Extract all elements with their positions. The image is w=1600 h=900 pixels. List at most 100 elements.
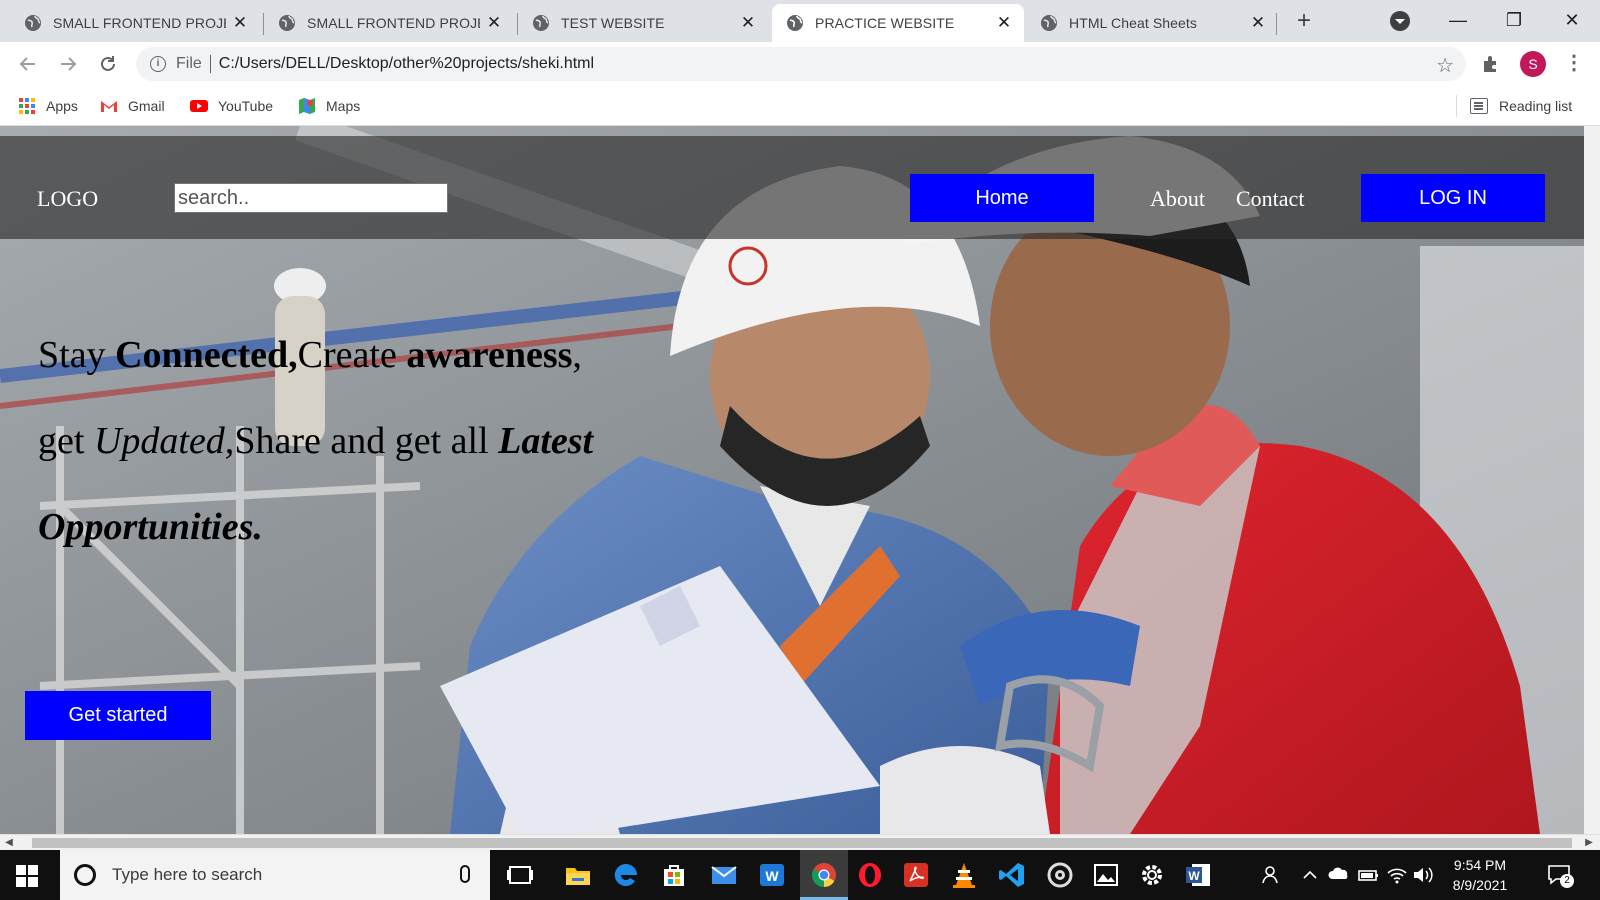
media-player-icon[interactable] xyxy=(1046,861,1074,889)
reload-icon xyxy=(101,56,115,71)
microphone-icon[interactable] xyxy=(460,865,470,883)
close-icon[interactable]: ✕ xyxy=(232,13,248,32)
whiteboard-icon[interactable]: W xyxy=(758,861,786,889)
nav-contact-link[interactable]: Contact xyxy=(1236,186,1304,212)
site-search-input[interactable] xyxy=(174,183,448,213)
bookmark-youtube[interactable]: YouTube xyxy=(190,95,273,117)
scroll-left-arrow-icon[interactable]: ◀ xyxy=(4,838,14,848)
back-arrow-icon xyxy=(19,57,35,71)
bookmark-maps[interactable]: Maps xyxy=(298,95,360,117)
bookmark-apps[interactable]: Apps xyxy=(18,95,78,117)
tab-html-cheat-sheets[interactable]: HTML Cheat Sheets ✕ xyxy=(1026,4,1278,42)
web-page-viewport: LOGO Home About Contact LOG IN Stay Conn… xyxy=(0,126,1584,834)
bookmarks-bar: Apps Gmail YouTube Maps Reading list xyxy=(0,86,1600,126)
tab-title: TEST WEBSITE xyxy=(561,15,665,31)
windows-start-icon[interactable] xyxy=(16,865,38,887)
forward-button[interactable] xyxy=(54,50,82,78)
photos-icon[interactable] xyxy=(1092,861,1120,889)
restore-button[interactable]: ❐ xyxy=(1486,0,1542,40)
profile-avatar[interactable]: S xyxy=(1520,51,1546,77)
tab-title: SMALL FRONTEND PROJECTS xyxy=(307,15,480,31)
globe-icon xyxy=(279,15,295,31)
people-icon[interactable] xyxy=(1258,861,1286,889)
reading-list-button[interactable]: Reading list xyxy=(1470,95,1572,117)
reload-button[interactable] xyxy=(94,50,122,78)
apps-grid-icon xyxy=(19,98,35,114)
file-explorer-icon[interactable] xyxy=(564,861,592,889)
minimize-button[interactable]: — xyxy=(1430,0,1486,40)
forward-arrow-icon xyxy=(61,57,77,71)
bookmark-label: Maps xyxy=(326,98,361,114)
login-button[interactable]: LOG IN xyxy=(1361,174,1545,222)
scrollbar-thumb[interactable] xyxy=(32,838,1572,848)
reading-list-label: Reading list xyxy=(1499,98,1573,114)
headline-italic-updated: Updated, xyxy=(93,420,235,462)
notification-center-icon[interactable]: 2 xyxy=(1546,862,1574,888)
tab-title: HTML Cheat Sheets xyxy=(1069,15,1198,31)
notification-count-badge: 2 xyxy=(1560,874,1574,888)
opera-icon[interactable] xyxy=(856,861,884,889)
tab-small-frontend-1[interactable]: SMALL FRONTEND PROJECTS ✕ xyxy=(10,4,260,42)
url-scheme: File xyxy=(176,55,202,72)
close-icon[interactable]: ✕ xyxy=(996,13,1012,32)
svg-text:W: W xyxy=(1188,869,1200,883)
nav-home-button[interactable]: Home xyxy=(910,174,1094,222)
windows-taskbar: Type here to search W W 9:54 PM 8/9/2021… xyxy=(0,850,1600,900)
task-view-icon[interactable] xyxy=(506,861,534,889)
globe-icon xyxy=(533,15,549,31)
scroll-right-arrow-icon[interactable]: ▶ xyxy=(1584,838,1594,848)
chrome-icon[interactable] xyxy=(810,861,838,889)
tab-title: SMALL FRONTEND PROJECTS xyxy=(53,15,226,31)
horizontal-scrollbar[interactable]: ◀ ▶ xyxy=(0,834,1600,850)
tab-practice-website[interactable]: PRACTICE WEBSITE ✕ xyxy=(772,4,1024,42)
system-clock[interactable]: 9:54 PM 8/9/2021 xyxy=(1440,855,1520,895)
globe-icon xyxy=(1041,15,1057,31)
bookmark-label: Apps xyxy=(46,98,78,114)
close-icon[interactable]: ✕ xyxy=(1250,13,1266,32)
tab-test-website[interactable]: TEST WEBSITE ✕ xyxy=(518,4,768,42)
vlc-icon[interactable] xyxy=(950,861,978,889)
mail-icon[interactable] xyxy=(710,861,738,889)
vertical-scrollbar[interactable] xyxy=(1584,126,1600,834)
battery-icon[interactable] xyxy=(1358,861,1380,889)
taskbar-search-box[interactable]: Type here to search xyxy=(60,850,490,900)
clock-time: 9:54 PM xyxy=(1453,857,1507,873)
microsoft-store-icon[interactable] xyxy=(660,861,688,889)
extensions-puzzle-icon[interactable] xyxy=(1481,54,1501,74)
word-icon[interactable]: W xyxy=(1184,861,1212,889)
back-button[interactable] xyxy=(14,50,42,78)
close-icon[interactable]: ✕ xyxy=(486,13,502,32)
volume-icon[interactable] xyxy=(1412,861,1434,889)
bookmark-label: Gmail xyxy=(128,98,165,114)
tab-small-frontend-2[interactable]: SMALL FRONTEND PROJECTS ✕ xyxy=(264,4,514,42)
chevron-up-icon[interactable] xyxy=(1302,861,1318,889)
site-navbar: LOGO Home About Contact LOG IN xyxy=(0,136,1584,239)
clock-date: 8/9/2021 xyxy=(1452,877,1508,893)
get-started-button[interactable]: Get started xyxy=(25,691,211,740)
headline-text: Stay xyxy=(38,334,116,376)
tab-title: PRACTICE WEBSITE xyxy=(815,15,955,31)
settings-gear-icon[interactable] xyxy=(1138,861,1166,889)
globe-icon xyxy=(25,15,41,31)
close-icon[interactable]: ✕ xyxy=(740,13,756,32)
info-icon[interactable]: i xyxy=(150,56,166,72)
acrobat-reader-icon[interactable] xyxy=(902,861,930,889)
bookmark-star-icon[interactable]: ☆ xyxy=(1436,53,1454,78)
youtube-icon xyxy=(190,100,208,112)
headline-bold-connected: Connected, xyxy=(115,334,298,376)
nav-about-link[interactable]: About xyxy=(1150,186,1205,212)
edge-browser-icon[interactable] xyxy=(612,861,640,889)
headline-text: Share and get all xyxy=(234,420,499,462)
tab-separator xyxy=(1276,13,1277,35)
tab-search-button[interactable] xyxy=(1390,11,1410,31)
menu-kebab-icon[interactable]: ⋮ xyxy=(1564,52,1584,76)
wifi-icon[interactable] xyxy=(1386,861,1408,889)
bookmark-gmail[interactable]: Gmail xyxy=(100,95,165,117)
new-tab-button[interactable]: + xyxy=(1290,8,1318,36)
taskbar-search-placeholder: Type here to search xyxy=(112,865,263,884)
close-window-button[interactable]: ✕ xyxy=(1544,0,1600,40)
address-bar[interactable]: i File C:/Users/DELL/Desktop/other%20pro… xyxy=(136,47,1466,81)
site-logo[interactable]: LOGO xyxy=(37,186,98,212)
onedrive-cloud-icon[interactable] xyxy=(1328,861,1350,889)
vscode-icon[interactable] xyxy=(998,861,1026,889)
